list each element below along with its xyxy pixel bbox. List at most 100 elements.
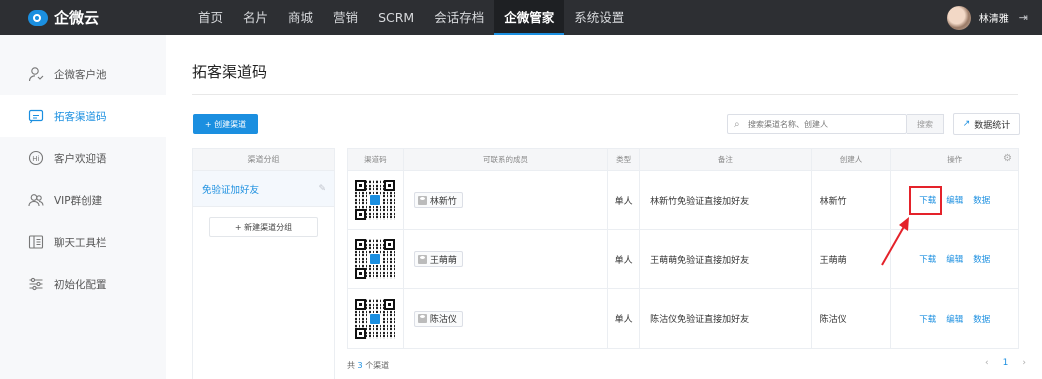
sidebar-item-init-config[interactable]: 初始化配置 — [0, 263, 166, 305]
column-header: 可联系的成员 — [404, 149, 609, 170]
column-header: 备注 — [640, 149, 812, 170]
column-header-label: 操作 — [947, 155, 963, 164]
edit-link[interactable]: 编辑 — [946, 253, 963, 265]
member-name: 王萌萌 — [429, 255, 457, 266]
nav-item-settings[interactable]: 系统设置 — [564, 0, 634, 35]
hi-bubble-icon: Hi — [28, 150, 44, 166]
nav-item-mall[interactable]: 商城 — [278, 0, 323, 35]
search-button[interactable]: 搜索 — [907, 114, 944, 134]
prev-page-button[interactable]: ‹ — [985, 358, 989, 368]
member-tag: 林新竹 — [413, 192, 463, 208]
toolbar-icon — [28, 234, 44, 250]
member-name: 陈沽仪 — [429, 315, 457, 325]
data-stats-button[interactable]: ↗ 数据统计 — [953, 113, 1020, 135]
qr-code-image[interactable] — [355, 239, 396, 279]
channel-table: 渠道码 可联系的成员 类型 备注 创建人 操作 ⚙ 林新竹 单人 林新竹免验证直… — [347, 148, 1019, 349]
red-arrow-annotation — [881, 217, 909, 266]
highlight-box — [909, 186, 942, 215]
settings-gear-icon[interactable]: ⚙ — [1003, 153, 1012, 164]
chart-icon: ↗ — [962, 119, 971, 129]
message-icon — [28, 108, 44, 124]
person-icon — [417, 254, 427, 264]
sidebar-item-label: 初始化配置 — [54, 278, 107, 291]
download-link[interactable]: 下载 — [919, 253, 936, 265]
sidebar-item-chat-toolbar[interactable]: 聊天工具栏 — [0, 221, 166, 263]
channel-group-panel: 渠道分组 免验证加好友 ✎ + 新建渠道分组 — [192, 148, 335, 379]
pagination: ‹ 1 › — [978, 358, 1033, 368]
note-cell: 王萌萌免验证直接加好友 — [640, 230, 812, 288]
nav-item-scrm[interactable]: SCRM — [368, 0, 424, 35]
nav-item-marketing[interactable]: 营销 — [323, 0, 368, 35]
page-number[interactable]: 1 — [1003, 358, 1009, 368]
sidebar-item-welcome[interactable]: Hi 客户欢迎语 — [0, 137, 166, 179]
logout-icon[interactable]: ⇥ — [1019, 11, 1028, 24]
type-cell: 单人 — [608, 230, 641, 288]
column-header-actions: 操作 ⚙ — [891, 149, 1018, 170]
divider — [192, 94, 1018, 95]
svg-text:Hi: Hi — [32, 155, 39, 163]
column-header: 创建人 — [812, 149, 892, 170]
data-link[interactable]: 数据 — [973, 313, 990, 325]
brand-name: 企微云 — [54, 9, 100, 27]
qr-code-image[interactable] — [355, 180, 396, 220]
nav-item-wecom-manager[interactable]: 企微管家 — [494, 0, 565, 35]
main-nav: 首页 名片 商城 营销 SCRM 会话存档 企微管家 系统设置 — [188, 0, 634, 35]
user-name[interactable]: 林清雅 — [979, 10, 1009, 25]
top-navbar: 企微云 首页 名片 商城 营销 SCRM 会话存档 企微管家 系统设置 林清雅 … — [0, 0, 1042, 35]
table-row: 王萌萌 单人 王萌萌免验证直接加好友 王萌萌 下载 编辑 数据 — [348, 230, 1018, 289]
sliders-icon — [28, 276, 44, 292]
page-title: 拓客渠道码 — [192, 63, 268, 81]
search-input[interactable] — [748, 119, 898, 129]
member-name: 林新竹 — [429, 196, 457, 207]
edit-icon[interactable]: ✎ — [318, 184, 326, 194]
sidebar-item-label: 聊天工具栏 — [54, 236, 107, 249]
new-group-button[interactable]: + 新建渠道分组 — [209, 217, 318, 237]
next-page-button[interactable]: › — [1022, 358, 1026, 368]
sidebar-item-label: 企微客户池 — [54, 68, 107, 81]
data-link[interactable]: 数据 — [973, 194, 990, 206]
user-icon — [28, 66, 44, 82]
creator-cell: 陈沽仪 — [812, 289, 892, 348]
avatar[interactable] — [946, 5, 971, 30]
type-cell: 单人 — [608, 289, 641, 348]
sidebar-item-customer-pool[interactable]: 企微客户池 — [0, 53, 166, 95]
group-name: 免验证加好友 — [202, 184, 260, 196]
sidebar-item-label: 客户欢迎语 — [54, 152, 107, 165]
column-header: 类型 — [608, 149, 641, 170]
main-content: 拓客渠道码 + 创建渠道 ⌕ 搜索 ↗ 数据统计 渠道分组 免验证加好友 ✎ +… — [166, 35, 1042, 379]
nav-item-cards[interactable]: 名片 — [233, 0, 278, 35]
data-stats-label: 数据统计 — [974, 120, 1011, 131]
user-area: 林清雅 ⇥ — [946, 0, 1028, 35]
member-tag: 王萌萌 — [413, 251, 463, 267]
edit-link[interactable]: 编辑 — [946, 313, 963, 325]
column-header: 渠道码 — [348, 149, 404, 170]
nav-item-archive[interactable]: 会话存档 — [424, 0, 494, 35]
table-header: 渠道码 可联系的成员 类型 备注 创建人 操作 ⚙ — [348, 149, 1018, 171]
group-panel-header: 渠道分组 — [193, 149, 334, 171]
sidebar-item-vip-group[interactable]: VIP群创建 — [0, 179, 166, 221]
data-link[interactable]: 数据 — [973, 253, 990, 265]
type-cell: 单人 — [608, 171, 641, 229]
search-icon: ⌕ — [734, 118, 740, 130]
total-number: 3 — [357, 361, 363, 370]
total-count: 共 3 个渠道 — [347, 361, 390, 370]
qr-code-image[interactable] — [355, 298, 396, 339]
sidebar: 企微客户池 拓客渠道码 Hi 客户欢迎语 VIP群创建 聊天工具栏 初始化配置 — [0, 35, 166, 379]
note-cell: 林新竹免验证直接加好友 — [640, 171, 812, 229]
person-icon — [417, 314, 427, 323]
edit-link[interactable]: 编辑 — [946, 194, 963, 206]
member-tag: 陈沽仪 — [413, 310, 463, 327]
table-row: 陈沽仪 单人 陈沽仪免验证直接加好友 陈沽仪 下载 编辑 数据 — [348, 289, 1018, 348]
sidebar-item-channel-code[interactable]: 拓客渠道码 — [0, 95, 166, 137]
person-icon — [417, 195, 427, 205]
download-link[interactable]: 下载 — [919, 313, 936, 325]
create-channel-button[interactable]: + 创建渠道 — [193, 114, 258, 134]
cloud-logo-icon — [28, 9, 48, 26]
sidebar-item-label: 拓客渠道码 — [54, 110, 107, 123]
group-item[interactable]: 免验证加好友 ✎ — [193, 171, 334, 207]
note-cell: 陈沽仪免验证直接加好友 — [640, 289, 812, 348]
group-icon — [28, 192, 44, 208]
nav-item-home[interactable]: 首页 — [188, 0, 233, 35]
brand-logo[interactable]: 企微云 — [28, 7, 188, 28]
sidebar-item-label: VIP群创建 — [54, 194, 103, 207]
